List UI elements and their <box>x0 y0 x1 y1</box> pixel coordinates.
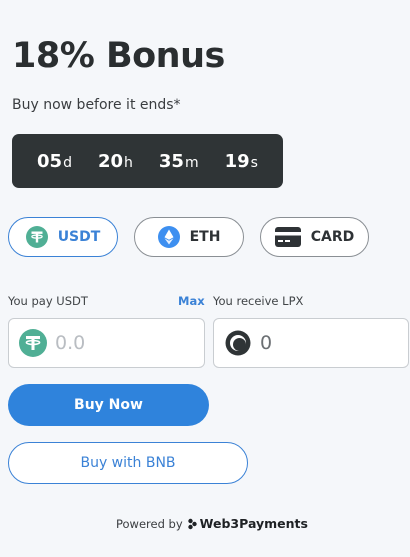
powered-by: Powered by Web3Payments <box>116 516 308 531</box>
eth-icon <box>157 226 180 248</box>
receive-field: 0 <box>213 318 409 368</box>
countdown-days: 05 d <box>37 151 72 172</box>
page-subtitle: Buy now before it ends* <box>12 97 181 113</box>
receive-amount-value: 0 <box>260 332 273 354</box>
countdown-minutes: 35 m <box>159 151 199 172</box>
countdown-seconds-value: 19 <box>224 150 250 172</box>
countdown-days-unit: d <box>63 154 72 171</box>
buy-with-bnb-button[interactable]: Buy with BNB <box>8 442 248 484</box>
buy-now-button[interactable]: Buy Now <box>8 384 209 426</box>
countdown-timer: 05 d 20 h 35 m 19 s <box>12 134 283 188</box>
tab-eth-label: ETH <box>189 229 221 245</box>
web3payments-logo-icon <box>187 518 197 530</box>
countdown-hours-unit: h <box>124 154 133 171</box>
powered-by-label: Powered by <box>116 516 183 531</box>
tab-eth[interactable]: ETH <box>134 217 244 257</box>
page-title: 18% Bonus <box>12 36 225 76</box>
tab-usdt[interactable]: USDT <box>8 217 118 257</box>
countdown-hours: 20 h <box>98 151 133 172</box>
usdt-icon <box>25 226 48 248</box>
countdown-minutes-value: 35 <box>158 150 184 172</box>
lpx-icon <box>224 329 252 357</box>
countdown-hours-value: 20 <box>97 150 124 172</box>
card-icon <box>274 227 301 247</box>
countdown-seconds: 19 s <box>225 151 258 172</box>
tab-card-label: CARD <box>310 229 355 245</box>
pay-field <box>8 318 205 368</box>
max-button[interactable]: Max <box>178 294 205 308</box>
tab-card[interactable]: CARD <box>260 217 369 257</box>
pay-label: You pay USDT <box>8 294 88 308</box>
countdown-minutes-unit: m <box>184 154 199 171</box>
countdown-days-value: 05 <box>37 150 63 172</box>
brand-name: Web3Payments <box>199 516 308 531</box>
receive-label: You receive LPX <box>213 294 304 308</box>
pay-amount-input[interactable] <box>55 332 175 354</box>
usdt-icon <box>19 329 47 357</box>
tab-usdt-label: USDT <box>57 229 101 245</box>
payment-method-tabs: USDT ETH CARD <box>8 217 369 257</box>
countdown-seconds-unit: s <box>250 154 258 171</box>
brand-link[interactable]: Web3Payments <box>187 516 308 531</box>
